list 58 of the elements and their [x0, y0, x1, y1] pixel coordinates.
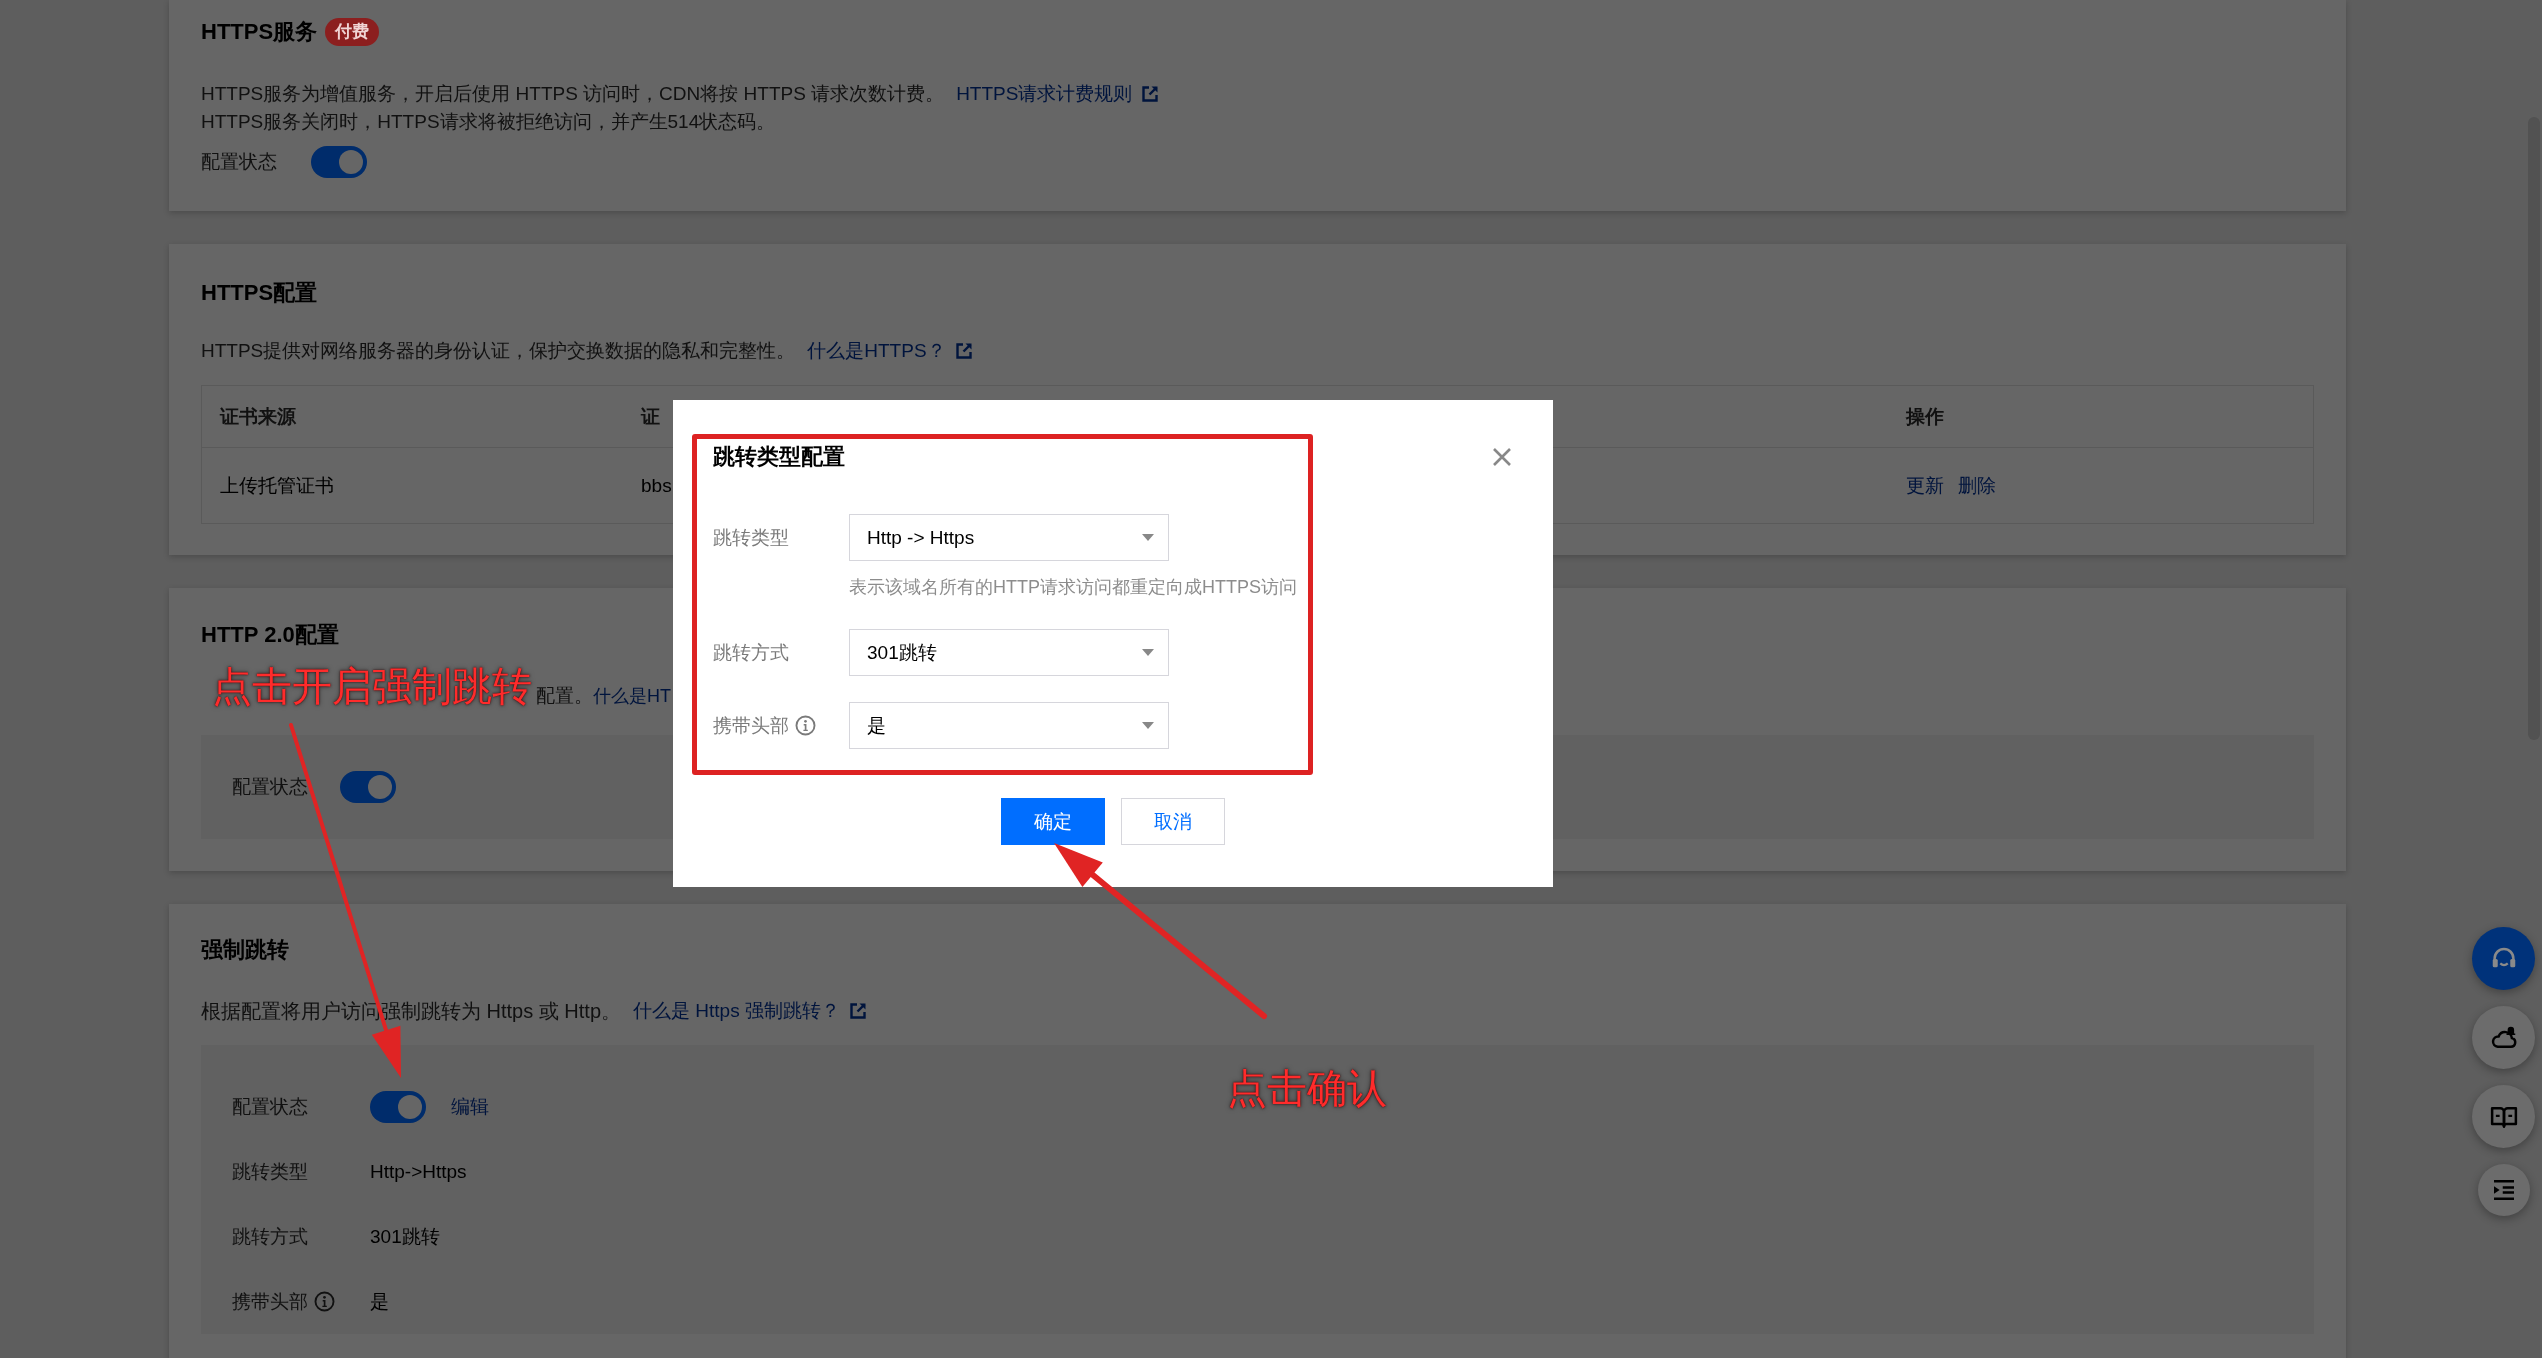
toggle-switch[interactable] [340, 771, 396, 803]
help-link[interactable]: 什么是HTTPS？ [807, 337, 946, 365]
external-link-icon[interactable] [1142, 86, 1159, 102]
section-title: HTTPS配置 [201, 279, 318, 307]
description-text: HTTPS提供对网络服务器的身份认证，保护交换数据的隐私和完整性。 [201, 339, 796, 363]
field-value: 是 [370, 1289, 389, 1314]
help-link[interactable]: 什么是 Https 强制跳转？ [633, 997, 840, 1025]
toggle-switch[interactable] [311, 146, 367, 178]
floating-button[interactable] [2477, 1164, 2530, 1216]
field-label: 配置状态 [201, 150, 278, 174]
section-title: 强制跳转 [201, 936, 289, 964]
field-label: 跳转类型 [232, 1159, 308, 1184]
field-value: Http->Https [370, 1159, 467, 1184]
field-label: 配置状态 [232, 1094, 309, 1119]
table-action-link[interactable]: 删除 [1958, 471, 1996, 500]
description-text: HTTPS服务为增值服务，开启后使用 HTTPS 访问时，CDN将按 HTTPS 请求次数计费。 [201, 82, 945, 106]
close-icon[interactable] [1491, 446, 1513, 468]
caret-icon [1142, 649, 1154, 656]
annotation-text: 点击确认 [1227, 1065, 1387, 1111]
help-link[interactable]: 什么是HT [593, 682, 671, 710]
edit-link[interactable]: 编辑 [451, 1092, 489, 1121]
external-link-icon[interactable] [955, 343, 972, 359]
cancel-button[interactable]: 取消 [1121, 798, 1225, 845]
dialog-title: 跳转类型配置 [713, 443, 845, 471]
floating-button[interactable] [2472, 927, 2535, 990]
info-icon[interactable] [795, 715, 816, 736]
section-title: HTTPS服务 [201, 18, 318, 46]
field-label: 跳转方式 [713, 640, 789, 665]
help-link[interactable]: HTTPS请求计费规则 [956, 80, 1133, 108]
select-field[interactable]: 301跳转 [849, 629, 1169, 676]
annotation-text: 点击开启强制跳转 [212, 663, 532, 709]
field-label: 跳转类型 [713, 525, 789, 550]
table-header-cell-text: 操作 [1906, 404, 1944, 429]
caret-icon [1142, 722, 1154, 729]
floating-button[interactable] [2472, 1085, 2535, 1148]
hint-text: 表示该域名所有的HTTP请求访问都重定向成HTTPS访问 [849, 576, 1297, 599]
field-label: 携带头部 [713, 713, 789, 738]
floating-button[interactable] [2472, 1006, 2535, 1069]
table-header-cell-text: 证书来源 [220, 404, 296, 429]
caret-icon [1142, 534, 1154, 541]
table-header-cell-text: 证 [641, 404, 660, 429]
paid-badge: 付费 [325, 18, 380, 46]
table-cell-text: bbs [641, 473, 672, 498]
table-action-link[interactable]: 更新 [1906, 471, 1944, 500]
field-value: 301跳转 [370, 1224, 440, 1249]
section-title: HTTP 2.0配置 [201, 621, 339, 649]
select-field[interactable]: 是 [849, 702, 1169, 749]
table-cell-text: 上传托管证书 [220, 473, 334, 498]
field-label: 配置状态 [232, 775, 309, 799]
external-link-icon[interactable] [849, 1003, 866, 1019]
field-label: 跳转方式 [232, 1224, 308, 1249]
info-icon[interactable] [314, 1291, 335, 1312]
toggle-switch[interactable] [370, 1090, 426, 1123]
select-field[interactable]: Http -> Https [849, 514, 1169, 561]
confirm-button[interactable]: 确定 [1001, 798, 1105, 845]
description-text: HTTPS服务关闭时，HTTPS请求将被拒绝访问，并产生514状态码。 [201, 110, 776, 134]
field-label: 携带头部 [232, 1289, 308, 1314]
description-text: 配置。 [536, 684, 593, 708]
